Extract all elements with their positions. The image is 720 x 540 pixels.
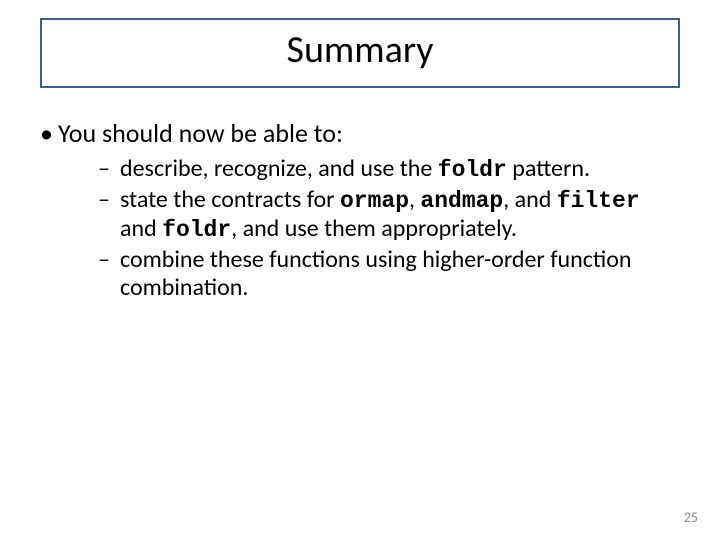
title-box: Summary [40,18,680,88]
lead-text: You should now be able to: [58,117,343,149]
sub-bullet-3: –combine these functions using higher-or… [30,246,680,303]
bullet-dot-icon: • [40,118,58,149]
code-filter: filter [557,188,640,214]
dash-icon: – [98,155,120,183]
text: , [409,185,420,214]
dash-icon: – [98,246,120,274]
text: and [120,214,162,243]
text: describe, recognize, and use the [120,154,438,183]
text: , and [503,185,557,214]
code-ormap: ormap [340,188,409,214]
lead-bullet: •You should now be able to: [30,118,680,149]
dash-icon: – [98,186,120,214]
slide-title: Summary [42,30,678,72]
sub-bullet-1: –describe, recognize, and use the foldr … [30,155,680,184]
text: , and use them appropriately. [231,214,517,243]
code-foldr: foldr [438,157,507,183]
slide-body: •You should now be able to: –describe, r… [30,118,680,305]
text: combine these functions using higher-ord… [120,245,632,302]
text: state the contracts for [120,185,340,214]
sub-bullet-2: –state the contracts for ormap, andmap, … [30,186,680,244]
text: pattern. [507,154,590,183]
code-foldr2: foldr [162,217,231,243]
page-number: 25 [684,509,698,526]
code-andmap: andmap [420,188,503,214]
